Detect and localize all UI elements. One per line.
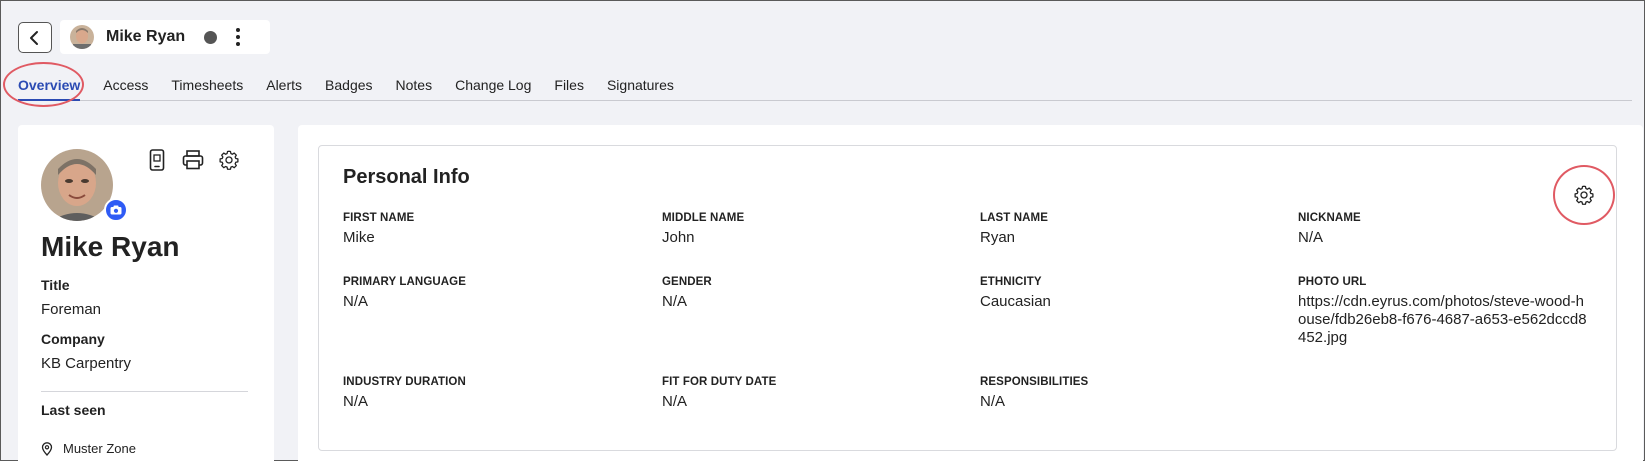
tab-notes[interactable]: Notes <box>396 75 433 101</box>
field-gender: GENDER N/A <box>662 276 952 311</box>
last-seen-row: Muster Zone <box>41 441 136 456</box>
field-value: N/A <box>343 293 369 310</box>
last-seen-label: Last seen <box>41 402 106 418</box>
field-first-name: FIRST NAME Mike <box>343 212 633 247</box>
tab-badges[interactable]: Badges <box>325 75 372 101</box>
field-value: N/A <box>1298 229 1324 246</box>
gear-icon <box>1574 185 1594 205</box>
field-label: RESPONSIBILITIES <box>980 376 1089 388</box>
printer-icon[interactable] <box>182 148 204 172</box>
field-nickname: NICKNAME N/A <box>1298 212 1588 247</box>
field-value: N/A <box>662 393 688 410</box>
field-industry-duration: INDUSTRY DURATION N/A <box>343 376 633 411</box>
field-ethnicity: ETHNICITY Caucasian <box>980 276 1270 311</box>
main-panel: Personal Info FIRST NAME Mike MIDDLE NAM… <box>298 125 1643 461</box>
chevron-left-icon <box>30 30 38 45</box>
title-value: Foreman <box>41 301 102 318</box>
profile-photo <box>41 149 113 221</box>
field-label: PHOTO URL <box>1298 276 1367 288</box>
field-photo-url: PHOTO URL https://cdn.eyrus.com/photos/s… <box>1298 276 1588 347</box>
tab-files[interactable]: Files <box>554 75 584 101</box>
field-middle-name: MIDDLE NAME John <box>662 212 952 247</box>
field-label: FIRST NAME <box>343 212 415 224</box>
personal-info-card: Personal Info FIRST NAME Mike MIDDLE NAM… <box>318 145 1617 451</box>
gear-icon[interactable] <box>218 148 240 172</box>
field-value: N/A <box>662 293 688 310</box>
field-primary-language: PRIMARY LANGUAGE N/A <box>343 276 633 311</box>
field-label: FIT FOR DUTY DATE <box>662 376 777 388</box>
field-label: INDUSTRY DURATION <box>343 376 466 388</box>
back-button[interactable] <box>18 22 52 53</box>
field-last-name: LAST NAME Ryan <box>980 212 1270 247</box>
tab-change-log[interactable]: Change Log <box>455 75 531 101</box>
user-chip: Mike Ryan <box>60 20 270 54</box>
kebab-menu-icon[interactable] <box>234 28 242 46</box>
tab-bar: Overview Access Timesheets Alerts Badges… <box>18 75 1632 101</box>
tab-access[interactable]: Access <box>103 75 148 101</box>
field-responsibilities: RESPONSIBILITIES N/A <box>980 376 1270 411</box>
last-seen-value: Muster Zone <box>63 441 136 456</box>
field-label: NICKNAME <box>1298 212 1361 224</box>
field-value: Caucasian <box>980 293 1051 310</box>
tab-alerts[interactable]: Alerts <box>266 75 302 101</box>
tab-signatures[interactable]: Signatures <box>607 75 674 101</box>
company-label: Company <box>41 331 105 347</box>
field-value: N/A <box>980 393 1006 410</box>
avatar[interactable] <box>70 25 94 49</box>
camera-icon[interactable] <box>104 198 128 222</box>
tab-timesheets[interactable]: Timesheets <box>171 75 243 101</box>
profile-card: Mike Ryan Title Foreman Company KB Carpe… <box>18 125 274 461</box>
field-value: N/A <box>343 393 369 410</box>
mobile-phone-icon[interactable] <box>146 148 168 172</box>
field-label: LAST NAME <box>980 212 1048 224</box>
user-name: Mike Ryan <box>106 28 186 45</box>
field-fit-for-duty-date: FIT FOR DUTY DATE N/A <box>662 376 952 411</box>
profile-name: Mike Ryan <box>41 231 180 262</box>
tab-overview[interactable]: Overview <box>18 75 81 101</box>
title-label: Title <box>41 277 70 293</box>
divider <box>41 391 248 392</box>
field-value: John <box>662 229 695 246</box>
field-label: ETHNICITY <box>980 276 1042 288</box>
section-title: Personal Info <box>343 166 470 188</box>
company-value: KB Carpentry <box>41 355 132 372</box>
field-label: GENDER <box>662 276 712 288</box>
status-dot <box>204 30 218 44</box>
field-label: PRIMARY LANGUAGE <box>343 276 466 288</box>
field-label: MIDDLE NAME <box>662 212 745 224</box>
field-value: Mike <box>343 229 375 246</box>
field-value: https://cdn.eyrus.com/photos/steve-wood-… <box>1298 293 1587 346</box>
location-pin-icon <box>41 441 53 456</box>
profile-actions <box>146 148 240 172</box>
field-value: Ryan <box>980 229 1016 246</box>
